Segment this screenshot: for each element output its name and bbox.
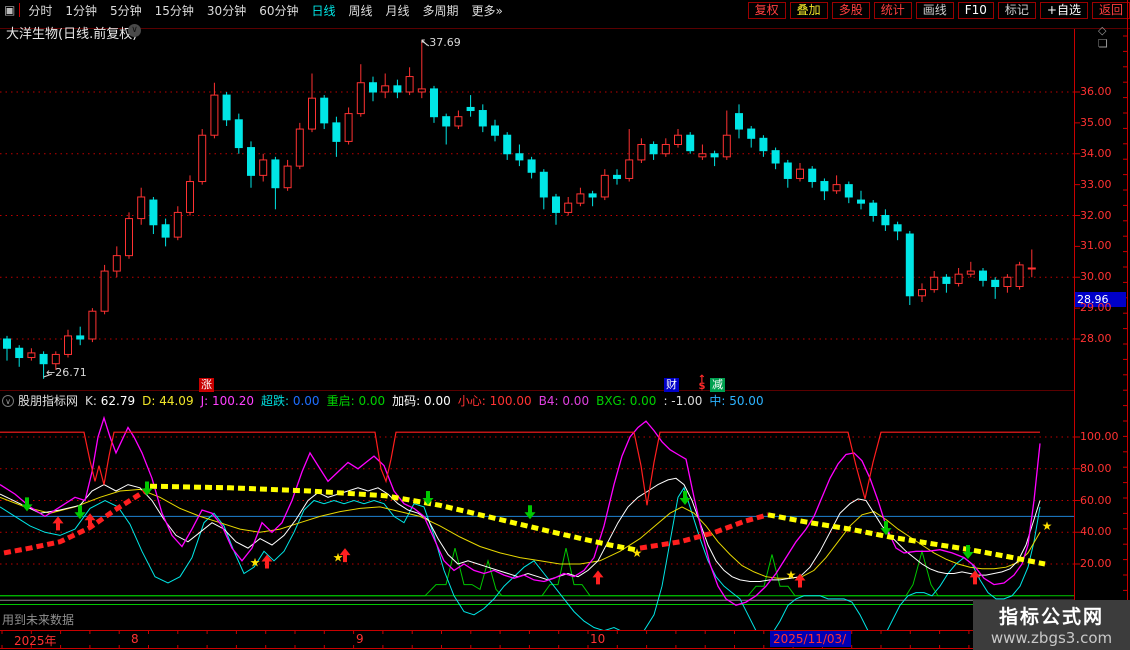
- timeline-month: 9: [356, 632, 364, 646]
- star-icon: ★: [1042, 519, 1053, 533]
- price-axis-label: 32.00: [1080, 209, 1126, 222]
- indicator-axis-label: 80.00: [1080, 462, 1126, 475]
- watermark-title: 指标公式网: [973, 602, 1130, 629]
- star-icon: ★: [333, 551, 344, 565]
- star-icon: ★: [786, 568, 797, 582]
- chart-marker-badge: 财: [664, 378, 679, 392]
- indicator-axis-label: 20.00: [1080, 557, 1126, 570]
- buy-arrow-icon: [262, 554, 273, 568]
- indicator-axis-label: 100.00: [1080, 430, 1126, 443]
- stock-title: 大洋生物(日线.前复权): [6, 23, 137, 42]
- price-axis-label: 29.00: [1080, 301, 1126, 314]
- price-axis-label: 30.00: [1080, 270, 1126, 283]
- price-axis-label: 36.00: [1080, 85, 1126, 98]
- price-axis-label: 33.00: [1080, 178, 1126, 191]
- star-icon: ★: [632, 546, 643, 560]
- indicator-value: : -1.00: [663, 394, 702, 408]
- price-axis-label: 31.00: [1080, 239, 1126, 252]
- future-data-note: 用到未来数据: [2, 611, 74, 628]
- indicator-axis-label: 60.00: [1080, 494, 1126, 507]
- indicator-value: D: 44.09: [142, 394, 193, 408]
- indicator-header: ∨ 股朋指标网 K: 62.79 D: 44.09 J: 100.20 超跌: 0.00…: [2, 393, 771, 408]
- indicator-axis-label: 40.00: [1080, 525, 1126, 538]
- buy-arrow-icon: [593, 570, 604, 584]
- indicator-value: 加码: 0.00: [392, 392, 451, 409]
- sell-arrow-icon: [525, 505, 536, 519]
- watermark: 指标公式网 www.zbgs3.com: [973, 600, 1130, 650]
- chart-marker-badge: 减: [710, 378, 725, 392]
- low-price-annotation: ←26.71: [46, 366, 87, 379]
- date-badge: 2025/11/03/—: [770, 631, 851, 647]
- watermark-url: www.zbgs3.com: [973, 629, 1130, 647]
- indicator-value: 股朋指标网: [18, 392, 78, 409]
- candlestick-chart: [4, 40, 1036, 379]
- indicator-value: 中: 50.00: [709, 392, 763, 409]
- chart-canvas[interactable]: ★ ★ ★ ★ ★: [0, 0, 1130, 650]
- chevron-down-icon[interactable]: ∨: [128, 24, 141, 37]
- dollar-up-icon: ↑ $: [696, 376, 708, 392]
- timeline-year: 2025年: [14, 632, 57, 649]
- indicator-value: J: 100.20: [201, 394, 254, 408]
- timeline-month: 8: [131, 632, 139, 646]
- timeline-month: 10: [590, 632, 605, 646]
- indicator-value: 重启: 0.00: [327, 392, 386, 409]
- indicator-value: 小心: 100.00: [458, 392, 532, 409]
- indicator-value: 超跌: 0.00: [261, 392, 320, 409]
- indicator-value: B4: 0.00: [539, 394, 589, 408]
- buy-arrow-icon: [53, 516, 64, 530]
- indicator-value: K: 62.79: [85, 394, 135, 408]
- price-axis-label: 35.00: [1080, 116, 1126, 129]
- star-icon: ★: [250, 555, 261, 569]
- panel-corner-icons[interactable]: ◇ ❏: [1098, 24, 1130, 50]
- price-axis-label: 28.00: [1080, 332, 1126, 345]
- price-axis-label: 34.00: [1080, 147, 1126, 160]
- chevron-down-icon[interactable]: ∨: [2, 395, 14, 407]
- trading-app-window: ▣ 分时1分钟5分钟15分钟30分钟60分钟日线周线月线多周期更多» 复权叠加多…: [0, 0, 1130, 650]
- high-price-annotation: ↖37.69: [420, 36, 461, 49]
- indicator-chart: ★ ★ ★ ★ ★: [0, 418, 1052, 640]
- chart-marker-badge: 涨: [199, 378, 214, 392]
- indicator-value: BXG: 0.00: [596, 394, 656, 408]
